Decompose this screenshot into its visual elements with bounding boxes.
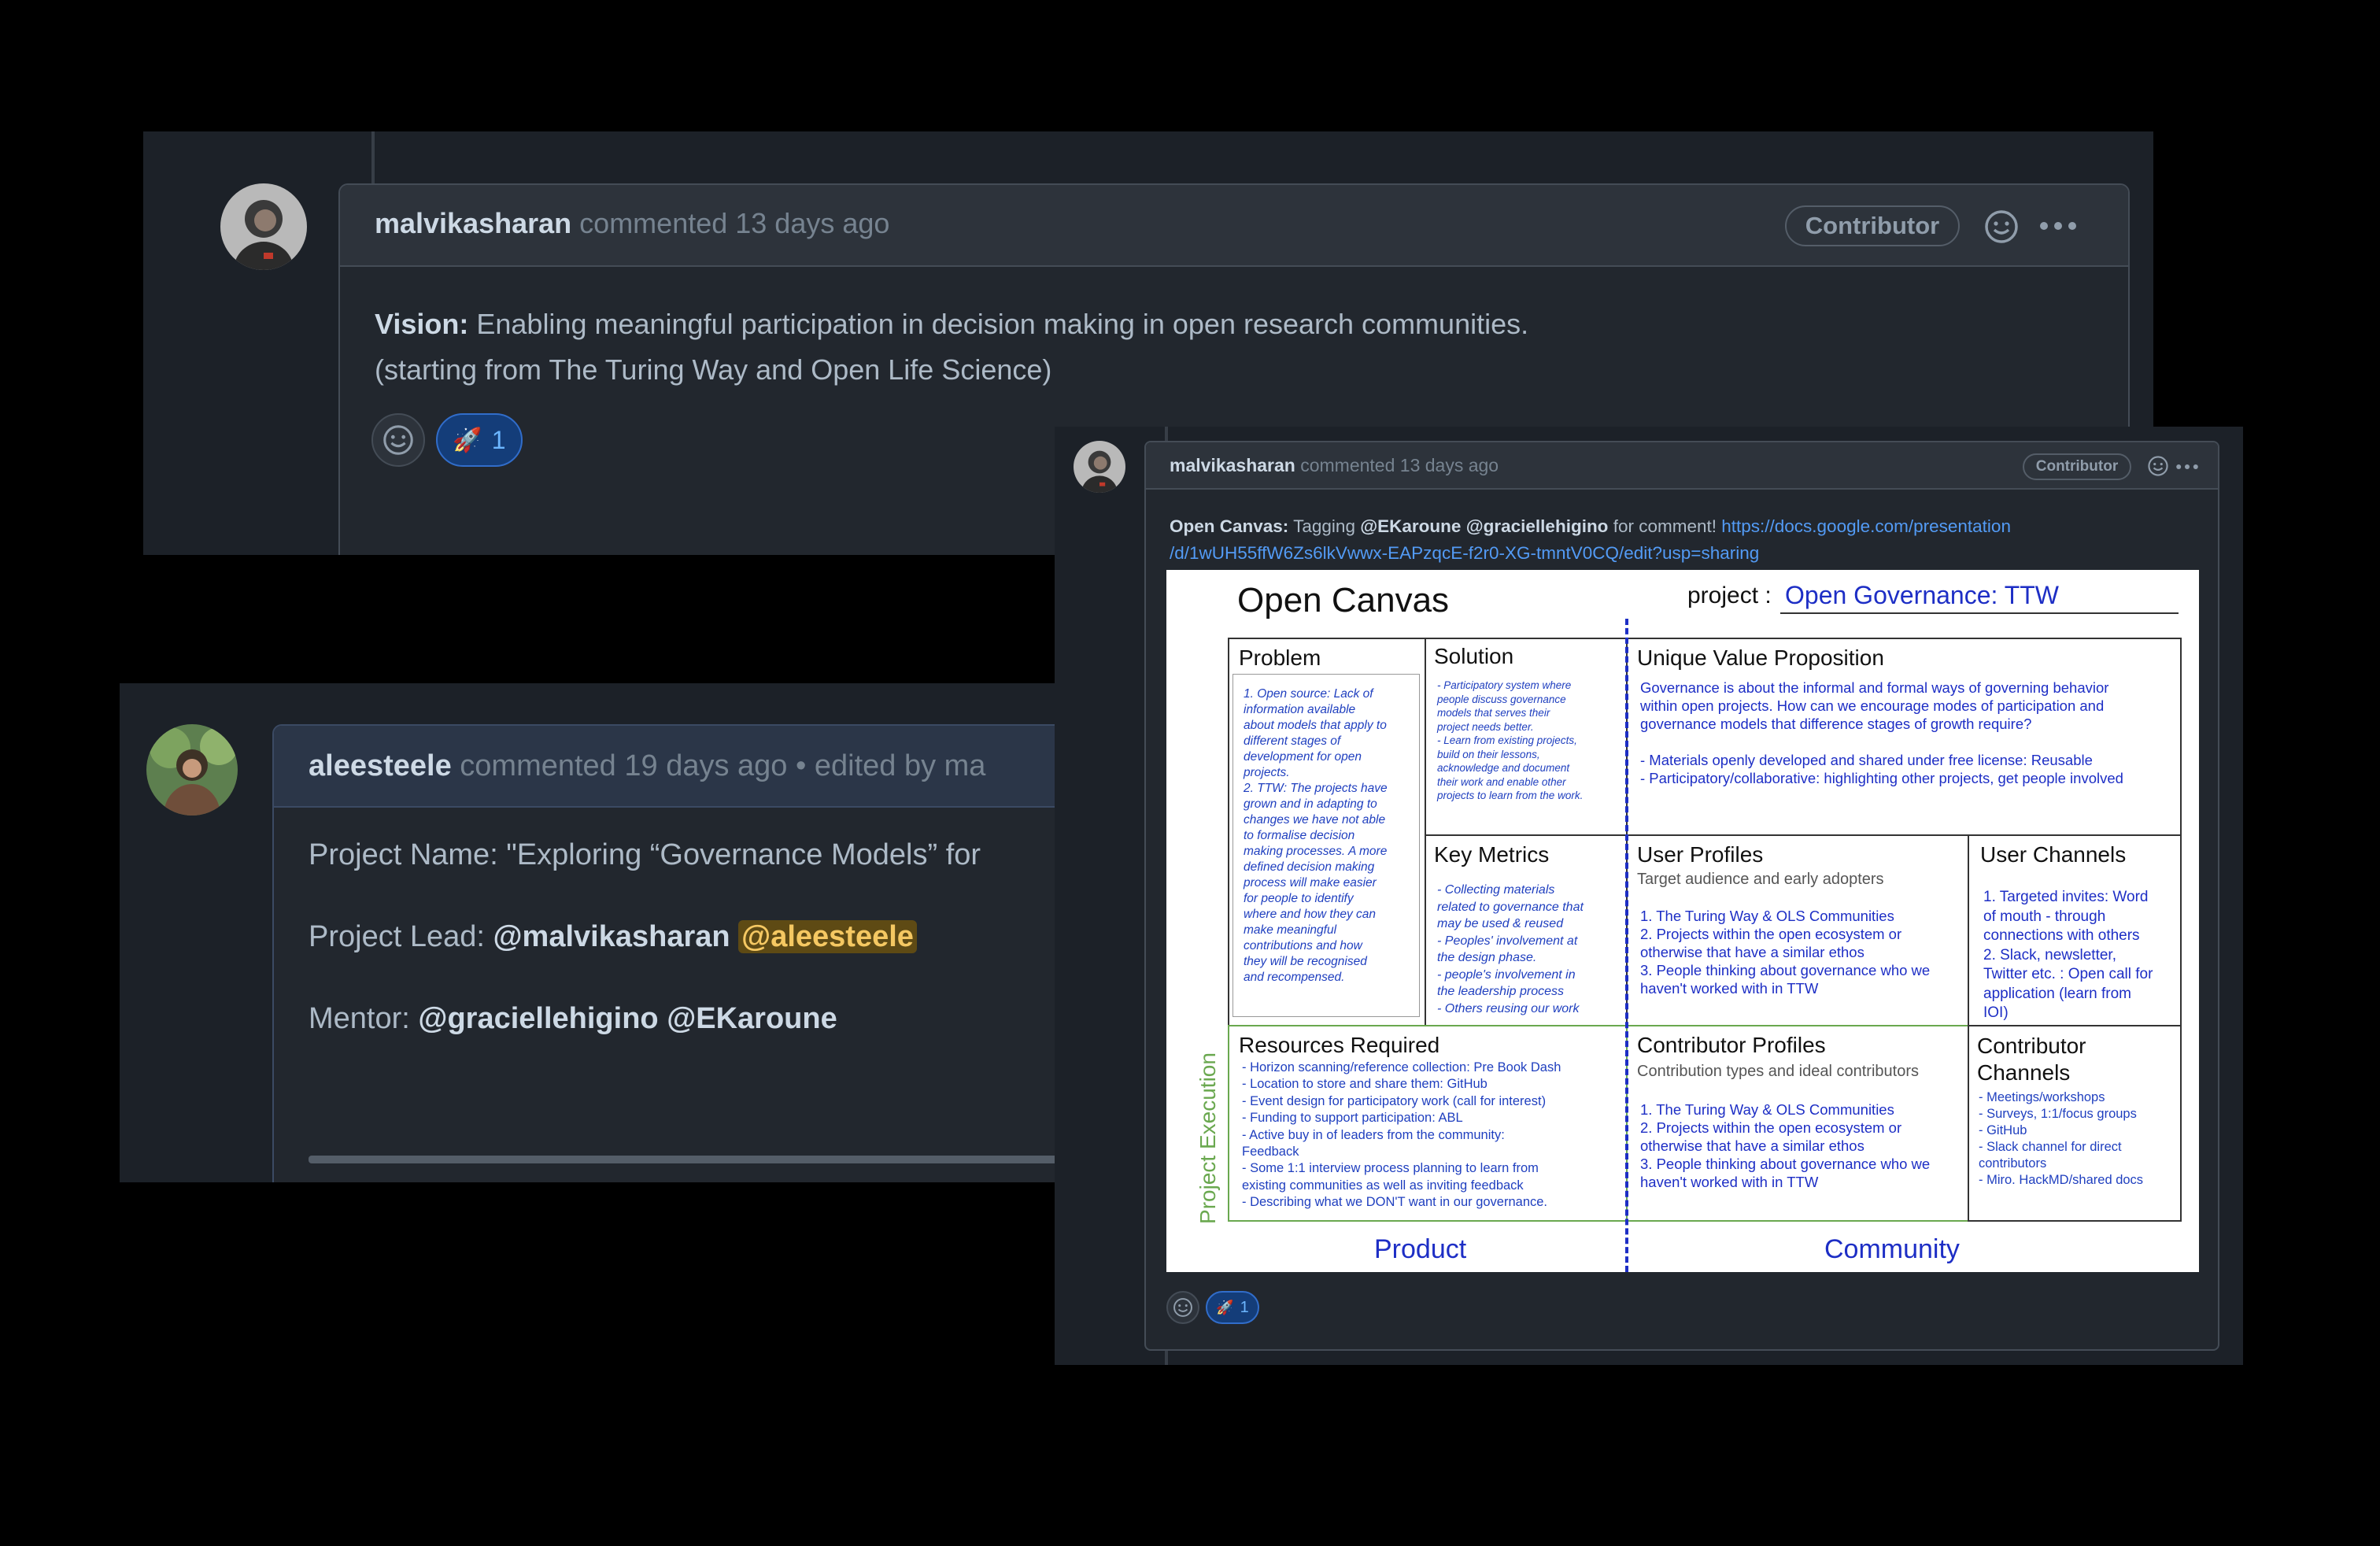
rocket-icon: 🚀 (1216, 1299, 1234, 1315)
user-profiles-heading: User Profiles (1637, 842, 1764, 867)
resources-text: - Horizon scanning/reference collection:… (1242, 1060, 1561, 1210)
comment-timestamp[interactable]: commented 13 days ago (1300, 455, 1499, 475)
reaction-count: 1 (1240, 1298, 1249, 1316)
comment-text: for comment! (1608, 516, 1722, 536)
lead-label: Project Lead: (309, 920, 485, 953)
problem-text: 1. Open source: Lack of information avai… (1244, 687, 1388, 984)
community-label: Community (1824, 1234, 1960, 1264)
comment-box: aleesteele commented 19 days ago • edite… (272, 724, 1056, 1182)
mention-graciellehigino[interactable]: @graciellehigino (418, 1002, 658, 1035)
project-value: Open Governance: TTW (1785, 581, 2059, 609)
project-execution-label: Project Execution (1196, 1052, 1220, 1224)
vision-line-2: (starting from The Turing Way and Open L… (375, 353, 1052, 386)
comment-body: Vision: Enabling meaningful participatio… (375, 301, 1528, 393)
user-profiles-sub: Target audience and early adopters (1637, 871, 1884, 888)
contributor-channels-heading: Contributor Channels (1977, 1034, 2086, 1085)
comment-header: aleesteele commented 19 days ago • edite… (274, 726, 1056, 808)
solution-heading: Solution (1434, 644, 1514, 668)
contributor-profiles-text: 1. The Turing Way & OLS Communities 2. P… (1640, 1101, 1931, 1190)
comment-body: Open Canvas: Tagging @EKaroune @graciell… (1170, 513, 2011, 567)
resources-heading: Resources Required (1239, 1033, 1440, 1057)
mention-ekaroune[interactable]: @EKaroune (1360, 516, 1461, 536)
dashed-divider (1625, 619, 1628, 1272)
user-profiles-text: 1. The Turing Way & OLS Communities 2. P… (1640, 908, 1931, 997)
add-reaction-button[interactable] (371, 413, 425, 467)
comment-timestamp[interactable]: commented 13 days ago (579, 207, 889, 239)
project-name: Project Name: "Exploring “Governance Mod… (309, 838, 981, 871)
problem-heading: Problem (1239, 645, 1321, 670)
vision-label: Vision: (375, 308, 469, 340)
mention-graciellehigino[interactable]: @graciellehigino (1466, 516, 1609, 536)
mention-malvikasharan[interactable]: @malvikasharan (493, 920, 730, 953)
more-options-icon[interactable] (2175, 461, 2199, 471)
author-link[interactable]: malvikasharan (375, 207, 571, 239)
comment-text: Tagging (1288, 516, 1361, 536)
avatar[interactable] (146, 724, 238, 816)
project-underline (1780, 612, 2179, 614)
google-docs-link-cont[interactable]: /d/1wUH55ffW6Zs6lkVwwx-EAPzqcE-f2r0-XG-t… (1170, 543, 1759, 563)
edited-by[interactable]: • edited by ma (796, 749, 985, 782)
key-metrics-text: - Collecting materials related to govern… (1437, 883, 1584, 1015)
mention-aleesteele[interactable]: @aleesteele (738, 920, 917, 953)
rocket-icon: 🚀 (453, 427, 482, 453)
mention-ekaroune[interactable]: @EKaroune (667, 1002, 837, 1035)
open-canvas-label: Open Canvas: (1170, 516, 1289, 536)
mentor-label: Mentor: (309, 1002, 410, 1035)
comment-header: malvikasharan commented 13 days ago Cont… (340, 185, 2128, 267)
comment-body: Project Name: "Exploring “Governance Mod… (309, 828, 981, 1039)
contributor-badge: Contributor (1785, 205, 1960, 246)
rocket-reaction-button[interactable]: 🚀 1 (1206, 1291, 1259, 1324)
vision-text: Enabling meaningful participation in dec… (468, 308, 1529, 340)
rocket-reaction-button[interactable]: 🚀 1 (436, 413, 523, 467)
uvp-text: Governance is about the informal and for… (1640, 679, 2123, 786)
contributor-profiles-heading: Contributor Profiles (1637, 1033, 1826, 1057)
project-label: project : (1687, 583, 1772, 608)
contributor-channels-text: - Meetings/workshops - Surveys, 1:1/focu… (1979, 1090, 2144, 1187)
google-docs-link[interactable]: https://docs.google.com/presentation (1721, 516, 2011, 536)
contributor-profiles-sub: Contribution types and ideal contributor… (1637, 1063, 1919, 1080)
contributor-badge: Contributor (2023, 453, 2131, 480)
comment-timestamp[interactable]: commented 19 days ago (460, 749, 787, 782)
user-channels-text: 1. Targeted invites: Word of mouth - thr… (1983, 889, 2153, 1021)
divider (309, 1156, 1056, 1163)
solution-text: - Participatory system where people disc… (1437, 679, 1584, 801)
open-canvas-image[interactable]: Open Canvas project : Open Governance: T… (1166, 570, 2199, 1272)
avatar[interactable] (1074, 441, 1125, 493)
author-link[interactable]: aleesteele (309, 749, 452, 782)
more-options-icon[interactable] (2038, 218, 2078, 234)
avatar[interactable] (220, 183, 307, 270)
add-reaction-icon[interactable] (1983, 209, 2020, 245)
comment-panel-canvas: malvikasharan commented 13 days ago Cont… (1055, 427, 2243, 1365)
add-reaction-icon[interactable] (2147, 455, 2169, 477)
uvp-heading: Unique Value Proposition (1637, 645, 1884, 670)
add-reaction-button[interactable] (1166, 1291, 1199, 1324)
canvas-title: Open Canvas (1237, 581, 1450, 620)
reaction-count: 1 (491, 425, 506, 454)
key-metrics-heading: Key Metrics (1434, 842, 1550, 867)
author-link[interactable]: malvikasharan (1170, 455, 1295, 475)
comment-panel-project: aleesteele commented 19 days ago • edite… (120, 683, 1056, 1182)
comment-box: malvikasharan commented 13 days ago Cont… (1144, 441, 2219, 1351)
user-channels-heading: User Channels (1980, 842, 2127, 867)
product-label: Product (1374, 1234, 1467, 1264)
comment-header: malvikasharan commented 13 days ago Cont… (1146, 442, 2218, 490)
